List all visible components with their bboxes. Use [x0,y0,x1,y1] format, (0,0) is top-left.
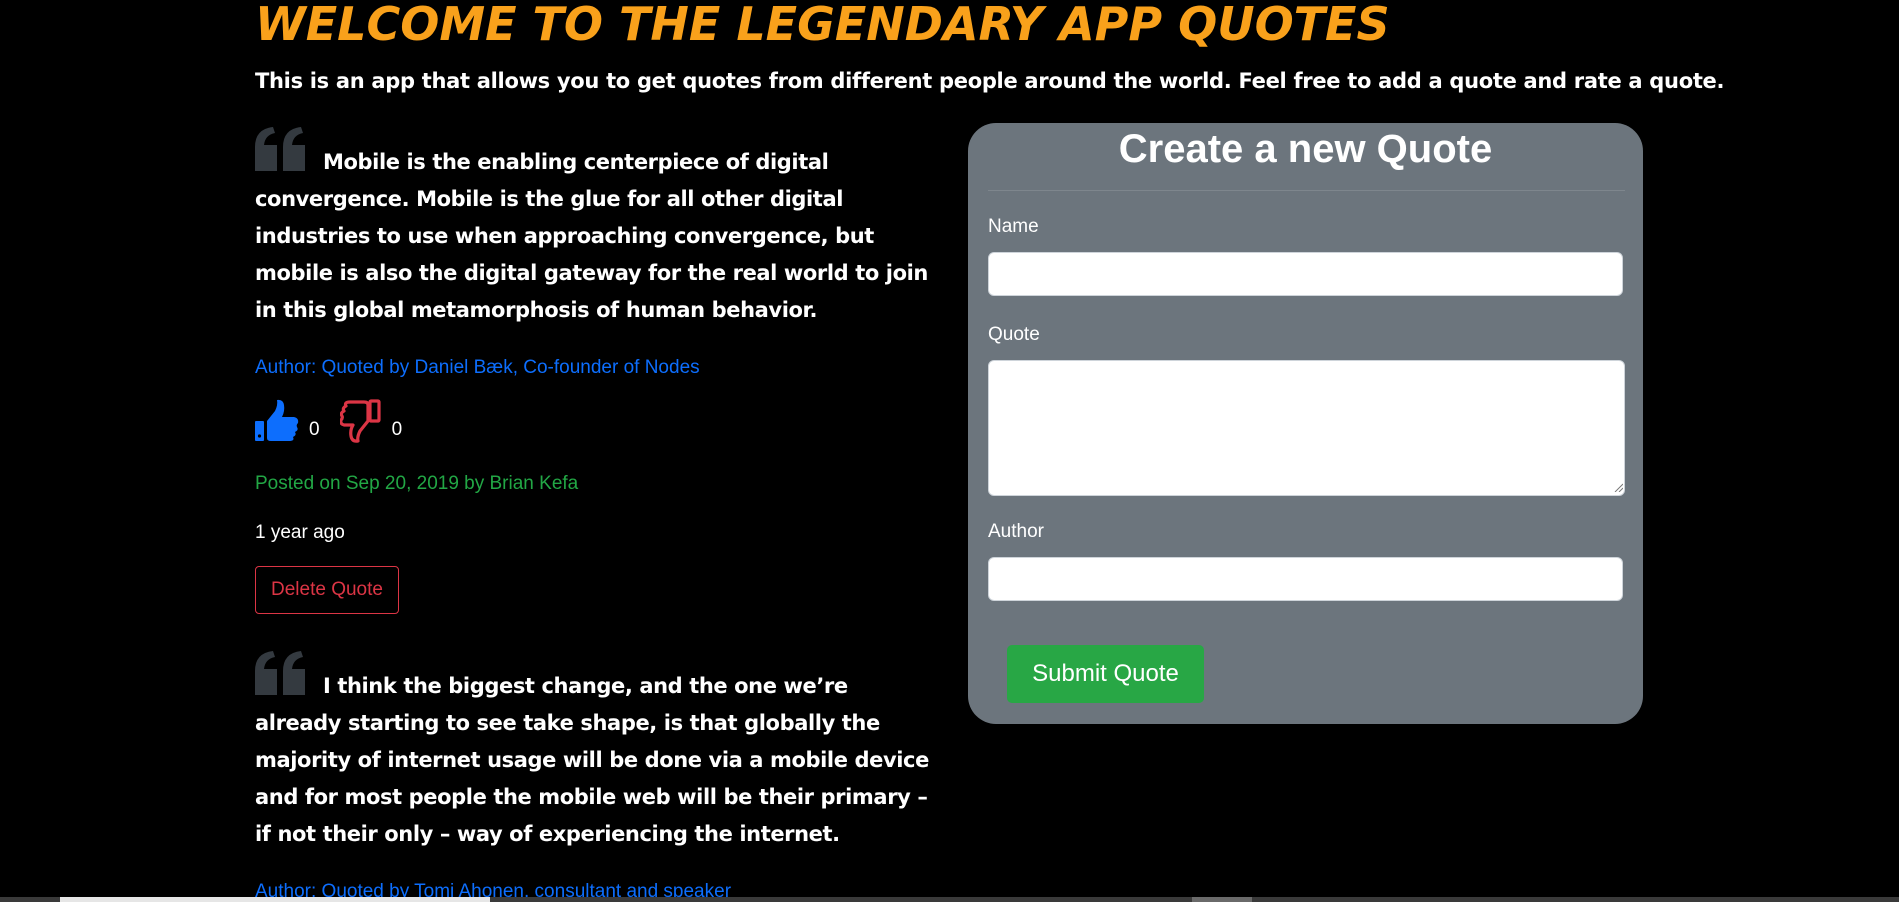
quote-author: Author: Quoted by Daniel Bæk, Co-founder… [255,357,700,378]
quote-card: I think the biggest change, and the one … [255,651,935,902]
quote-text-container: Mobile is the enabling centerpiece of di… [255,127,935,329]
quote-icon [255,651,307,697]
author-label: Author [988,521,1044,542]
create-quote-form: Create a new Quote Name Quote Author Sub… [968,123,1643,724]
form-divider [988,190,1625,191]
delete-quote-button[interactable]: Delete Quote [255,566,399,614]
scrollbar-marker [1192,897,1252,902]
name-label: Name [988,216,1039,237]
submit-quote-button[interactable]: Submit Quote [1007,645,1204,703]
page-title: WELCOME TO THE LEGENDARY APP QUOTES [255,0,1390,51]
form-title: Create a new Quote [1118,127,1493,171]
quote-textarea-wrapper [968,360,1643,496]
thumbs-down-icon[interactable] [338,398,382,448]
name-input[interactable] [988,252,1623,296]
thumbs-up-icon[interactable] [255,399,299,448]
downvote-count: 0 [391,419,403,440]
vote-bar: 0 0 [255,398,935,448]
quote-label: Quote [988,324,1040,345]
posted-info: Posted on Sep 20, 2019 by Brian Kefa [255,473,579,494]
time-ago: 1 year ago [255,522,345,543]
quote-text-container: I think the biggest change, and the one … [255,651,935,853]
resize-grip-icon[interactable] [1613,482,1623,492]
quote-card: Mobile is the enabling centerpiece of di… [255,127,935,614]
author-input[interactable] [988,557,1623,601]
upvote-count: 0 [309,419,320,440]
scrollbar-thumb[interactable] [60,897,490,902]
intro-text: This is an app that allows you to get qu… [255,69,1725,93]
quote-text: I think the biggest change, and the one … [255,674,929,846]
quote-text: Mobile is the enabling centerpiece of di… [255,150,928,322]
quote-textarea[interactable] [988,360,1625,496]
quote-icon [255,127,307,173]
